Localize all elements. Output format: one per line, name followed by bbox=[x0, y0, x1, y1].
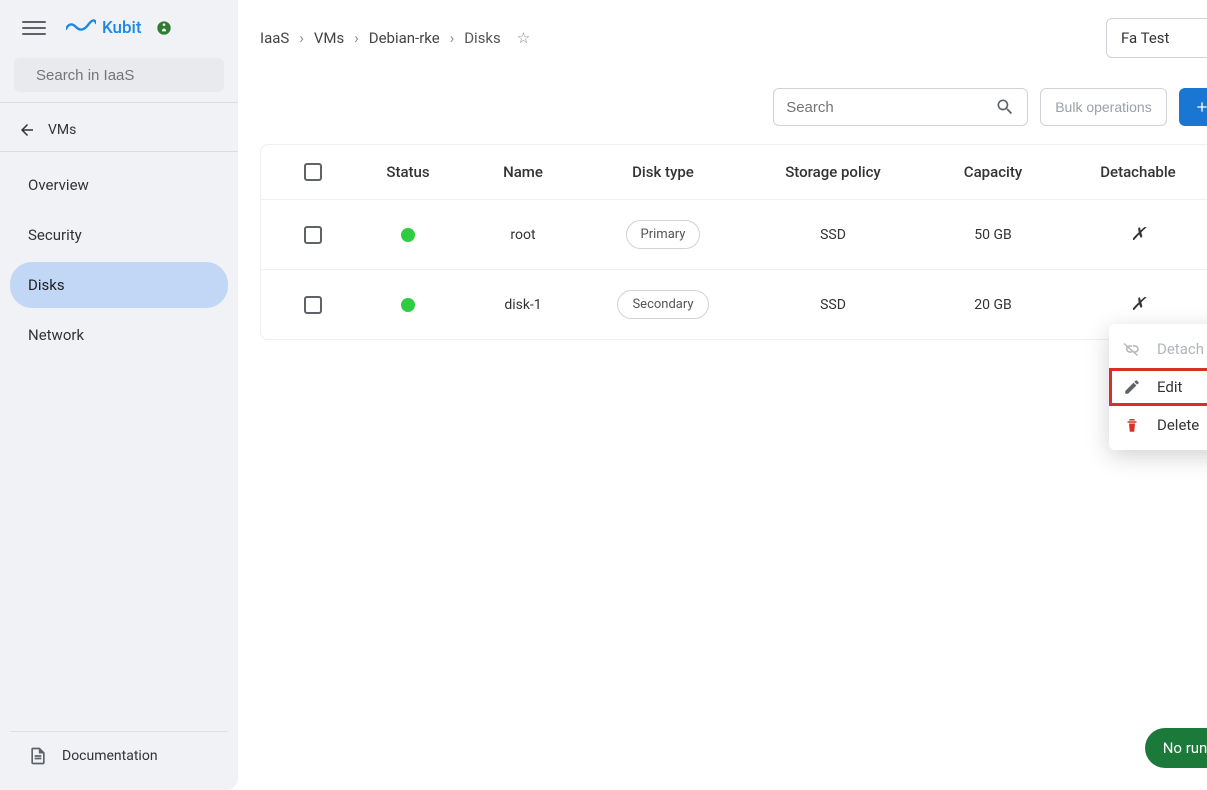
brand-logo[interactable]: Kubit bbox=[66, 18, 172, 38]
chevron-right-icon: › bbox=[299, 29, 304, 47]
col-storage-policy: Storage policy bbox=[743, 163, 923, 181]
search-icon bbox=[995, 97, 1015, 117]
table-header: Status Name Disk type Storage policy Cap… bbox=[261, 145, 1207, 199]
table-search[interactable] bbox=[773, 88, 1028, 126]
menu-detach: Detach bbox=[1109, 330, 1207, 368]
col-detachable: Detachable bbox=[1063, 163, 1207, 181]
documentation-label: Documentation bbox=[62, 748, 158, 764]
document-icon bbox=[28, 746, 48, 766]
trash-icon bbox=[1123, 416, 1141, 434]
sidebar-search-input[interactable] bbox=[36, 67, 235, 84]
table-search-input[interactable] bbox=[786, 99, 995, 116]
select-all-checkbox[interactable] bbox=[304, 163, 322, 181]
status-indicator bbox=[401, 228, 415, 242]
sidebar-nav: Overview Security Disks Network bbox=[0, 158, 238, 366]
table-row: disk-1 Secondary SSD 20 GB ✗ Detach Edit bbox=[261, 269, 1207, 339]
jobs-status-label: No running jobs bbox=[1163, 739, 1207, 757]
menu-delete-label: Delete bbox=[1157, 416, 1199, 434]
row-storage-policy: SSD bbox=[743, 297, 923, 313]
col-status: Status bbox=[353, 163, 463, 181]
arrow-left-icon bbox=[18, 121, 36, 139]
row-capacity: 20 GB bbox=[923, 297, 1063, 313]
sidebar-documentation[interactable]: Documentation bbox=[10, 731, 228, 780]
row-capacity: 50 GB bbox=[923, 227, 1063, 243]
row-actions-menu: Detach Edit Delete bbox=[1109, 324, 1207, 450]
sidebar-back[interactable]: VMs bbox=[0, 109, 238, 151]
sidebar-search[interactable] bbox=[14, 58, 224, 92]
sidebar-item-overview[interactable]: Overview bbox=[10, 162, 228, 208]
row-checkbox[interactable] bbox=[304, 296, 322, 314]
sidebar: Kubit VMs Overview Security Disks Networ… bbox=[0, 0, 238, 790]
divider bbox=[0, 102, 238, 103]
menu-detach-label: Detach bbox=[1157, 340, 1204, 358]
row-detachable: ✗ bbox=[1063, 224, 1207, 245]
brand-badge-icon bbox=[156, 20, 172, 36]
bulk-operations-label: Bulk operations bbox=[1055, 99, 1152, 115]
breadcrumb-iaas[interactable]: IaaS bbox=[260, 29, 289, 47]
disk-type-pill: Primary bbox=[626, 220, 701, 249]
bulk-operations-button[interactable]: Bulk operations bbox=[1040, 88, 1167, 126]
project-selector[interactable]: Fa Test ▾ bbox=[1106, 18, 1207, 58]
wave-icon bbox=[66, 19, 96, 37]
row-name: disk-1 bbox=[463, 297, 583, 313]
row-detachable: ✗ bbox=[1063, 294, 1207, 315]
disk-type-pill: Secondary bbox=[617, 290, 708, 319]
disks-table: Status Name Disk type Storage policy Cap… bbox=[260, 144, 1207, 340]
breadcrumb-disks: Disks bbox=[464, 29, 501, 47]
star-icon[interactable]: ☆ bbox=[517, 29, 530, 47]
sidebar-item-disks[interactable]: Disks bbox=[10, 262, 228, 308]
detach-icon bbox=[1123, 340, 1141, 358]
menu-delete[interactable]: Delete bbox=[1109, 406, 1207, 444]
chevron-right-icon: › bbox=[354, 29, 359, 47]
menu-edit-label: Edit bbox=[1157, 378, 1182, 396]
jobs-status-pill[interactable]: No running jobs bbox=[1145, 728, 1207, 768]
pencil-icon bbox=[1123, 378, 1141, 396]
sidebar-back-label: VMs bbox=[48, 122, 76, 138]
project-selected-label: Fa Test bbox=[1121, 29, 1169, 47]
topbar: IaaS › VMs › Debian-rke › Disks ☆ Fa Tes… bbox=[260, 18, 1207, 58]
row-checkbox[interactable] bbox=[304, 226, 322, 244]
table-row: root Primary SSD 50 GB ✗ bbox=[261, 199, 1207, 269]
sidebar-header: Kubit bbox=[0, 0, 238, 54]
menu-edit[interactable]: Edit bbox=[1109, 368, 1207, 406]
plus-icon bbox=[1194, 99, 1207, 115]
hamburger-menu-icon[interactable] bbox=[22, 16, 46, 40]
col-disk-type: Disk type bbox=[583, 163, 743, 181]
breadcrumb-vms[interactable]: VMs bbox=[314, 29, 344, 47]
breadcrumb-vm-name[interactable]: Debian-rke bbox=[369, 29, 440, 47]
status-indicator bbox=[401, 298, 415, 312]
col-name: Name bbox=[463, 163, 583, 181]
add-new-disk-button[interactable]: Add new disk bbox=[1179, 88, 1207, 126]
divider bbox=[0, 151, 238, 152]
breadcrumb: IaaS › VMs › Debian-rke › Disks ☆ bbox=[260, 29, 530, 47]
row-storage-policy: SSD bbox=[743, 227, 923, 243]
brand-name: Kubit bbox=[102, 18, 142, 38]
toolbar: Bulk operations Add new disk bbox=[260, 88, 1207, 126]
col-capacity: Capacity bbox=[923, 163, 1063, 181]
main-content: IaaS › VMs › Debian-rke › Disks ☆ Fa Tes… bbox=[238, 0, 1207, 790]
chevron-right-icon: › bbox=[450, 29, 455, 47]
sidebar-item-security[interactable]: Security bbox=[10, 212, 228, 258]
row-name: root bbox=[463, 227, 583, 243]
sidebar-item-network[interactable]: Network bbox=[10, 312, 228, 358]
